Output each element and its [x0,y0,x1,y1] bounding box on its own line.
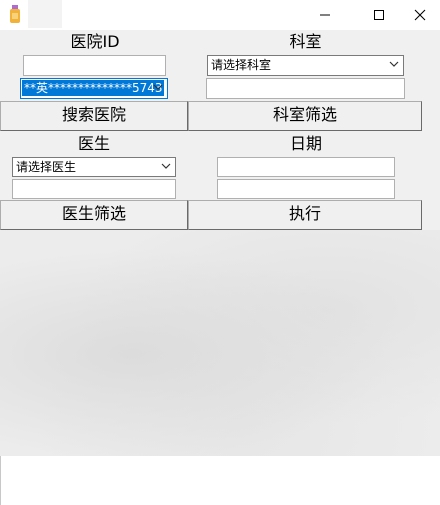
filter-department-button[interactable]: 科室筛选 [188,101,422,131]
results-panel [0,230,440,456]
title-bar [0,0,440,30]
maximize-icon [374,10,384,20]
date-start-field[interactable] [217,157,395,177]
hospital-id-field[interactable] [23,55,166,76]
chevron-down-icon [161,163,171,169]
hospital-select-value: **英**************5743 [22,80,164,96]
doctor-text-field[interactable] [12,179,176,199]
date-label: 日期 [289,134,322,153]
hospital-id-label: 医院ID [70,32,120,51]
chevron-down-icon [153,84,163,90]
execute-button[interactable]: 执行 [188,200,422,230]
department-text-field[interactable] [206,78,405,99]
minimize-button[interactable] [302,0,348,30]
doctor-select[interactable]: 请选择医生 [12,157,176,177]
department-select-value: 请选择科室 [211,58,272,72]
close-button[interactable] [400,0,440,30]
search-hospital-button[interactable]: 搜索医院 [0,101,188,131]
doctor-label: 医生 [77,134,110,153]
date-end-field[interactable] [217,179,395,199]
window-title [28,0,62,28]
filter-doctor-button[interactable]: 医生筛选 [0,200,188,230]
department-label: 科室 [289,32,322,51]
close-icon [414,9,426,21]
hospital-select[interactable]: **英**************5743 [20,78,168,99]
department-select[interactable]: 请选择科室 [207,55,404,76]
minimize-icon [320,14,330,16]
doctor-select-value: 请选择医生 [16,160,77,174]
chevron-down-icon [389,61,399,67]
maximize-button[interactable] [356,0,402,30]
app-icon [8,4,22,24]
results-footer [0,456,440,505]
